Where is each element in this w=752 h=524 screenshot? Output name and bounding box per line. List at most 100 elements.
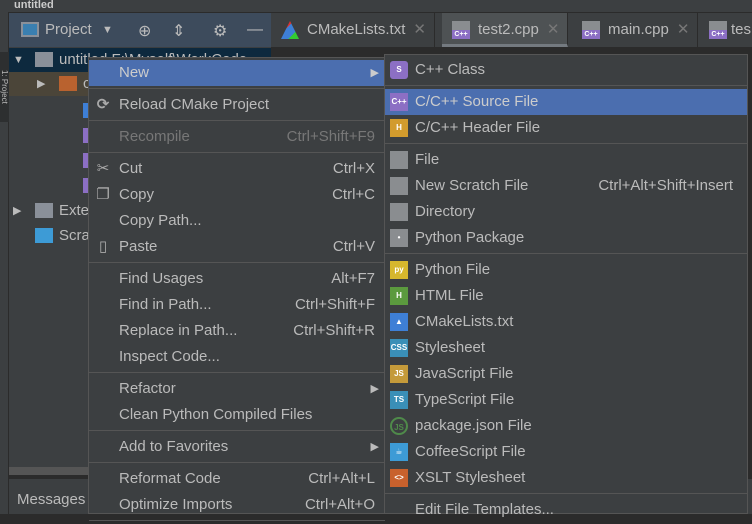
collapse-icon[interactable]: ⇕ <box>172 21 185 41</box>
close-icon[interactable]: ✕ <box>677 21 690 38</box>
menu-item-label: Recompile <box>119 128 190 145</box>
project-stripe-tab[interactable]: 1: Project <box>0 52 9 122</box>
cpp-class-icon: S <box>390 61 408 79</box>
menu-item-label: CMakeLists.txt <box>415 313 514 330</box>
libraries-icon <box>35 203 53 218</box>
project-view-selector[interactable]: Project <box>45 21 92 38</box>
file-icon <box>390 151 408 169</box>
expand-arrow-icon[interactable]: ▶ <box>37 72 45 96</box>
menu-item-label: Directory <box>415 203 476 220</box>
menu-item-label: JavaScript File <box>415 365 514 382</box>
menu-item-c-class[interactable]: S C++ Class <box>385 57 747 83</box>
menu-item-label: Refactor <box>119 380 176 397</box>
menu-item-directory[interactable]: Directory <box>385 199 747 225</box>
menu-item-edit-file-templates[interactable]: Edit File Templates... <box>385 497 747 523</box>
menu-item-find-usages[interactable]: Find Usages Alt+F7 <box>89 266 385 292</box>
menu-item-refactor[interactable]: Refactor ▶ <box>89 376 385 402</box>
chevron-down-icon[interactable]: ▼ <box>102 24 113 36</box>
project-view-icon <box>21 22 39 37</box>
expand-arrow-icon[interactable]: ▼ <box>13 48 24 72</box>
menu-item-label: Replace in Path... <box>119 322 238 339</box>
menu-item-label: package.json File <box>415 417 532 434</box>
scratch-file-icon <box>390 177 408 195</box>
menu-item-label: CoffeeScript File <box>415 443 526 460</box>
menu-item-label: TypeScript File <box>415 391 515 408</box>
gear-icon[interactable]: ⚙ <box>213 21 227 41</box>
cpp-file-icon: C++ <box>582 21 600 39</box>
folder-icon <box>390 203 408 221</box>
package-icon: • <box>390 229 408 247</box>
menu-item-reload-cmake-project[interactable]: ⟳ Reload CMake Project <box>89 92 385 118</box>
menu-item-python-file[interactable]: py Python File <box>385 257 747 283</box>
shortcut: Ctrl+Shift+R <box>293 322 375 339</box>
coffee-icon: ☕ <box>390 443 408 461</box>
folder-icon <box>35 52 53 67</box>
menu-item-paste[interactable]: ▯ Paste Ctrl+V <box>89 234 385 260</box>
clipboard-icon: ▯ <box>98 238 108 255</box>
menu-item-cut[interactable]: ✂ Cut Ctrl+X <box>89 156 385 182</box>
menu-item-label: Clean Python Compiled Files <box>119 406 313 423</box>
submenu-arrow-icon: ▶ <box>370 67 379 79</box>
tab-test-cpp[interactable]: C++test.cpp <box>701 13 752 106</box>
tab-cmakelists-txt[interactable]: CMakeLists.txt ✕ <box>271 13 435 47</box>
menu-item-python-package[interactable]: • Python Package <box>385 225 747 251</box>
menu-item-typescript-file[interactable]: TS TypeScript File <box>385 387 747 413</box>
tab-test2-cpp[interactable]: C++ test2.cpp ✕ <box>442 13 569 47</box>
xslt-file-icon: <> <box>390 469 408 487</box>
menu-item-coffeescript-file[interactable]: ☕ CoffeeScript File <box>385 439 747 465</box>
editor-tabs: CMakeLists.txt ✕ C++ test2.cpp ✕ C++ main.cpp ✕… <box>271 13 752 106</box>
close-icon[interactable]: ✕ <box>547 21 560 38</box>
menu-item-label: Optimize Imports <box>119 496 233 513</box>
messages-tab[interactable]: Messages <box>17 491 85 508</box>
menu-item-add-to-favorites[interactable]: Add to Favorites ▶ <box>89 434 385 460</box>
minimize-icon[interactable]: — <box>247 21 263 39</box>
menu-item-label: Copy <box>119 186 155 203</box>
close-icon[interactable]: ✕ <box>413 21 426 38</box>
menu-item-find-in-path[interactable]: Find in Path... Ctrl+Shift+F <box>89 292 385 318</box>
menu-item-xslt-stylesheet[interactable]: <> XSLT Stylesheet <box>385 465 747 491</box>
reload-icon: ⟳ <box>96 96 110 113</box>
menu-item-stylesheet[interactable]: CSS Stylesheet <box>385 335 747 361</box>
menu-item-label: New <box>119 64 150 81</box>
menu-item-cmakelists-txt[interactable]: ▲ CMakeLists.txt <box>385 309 747 335</box>
menu-item-new[interactable]: New ▶ <box>89 60 385 86</box>
menu-item-reformat-code[interactable]: Reformat Code Ctrl+Alt+L <box>89 466 385 492</box>
window-title: untitled <box>14 0 54 11</box>
shortcut: Ctrl+Alt+L <box>308 470 375 487</box>
scratches-icon <box>35 228 53 243</box>
menu-item-inspect-code[interactable]: Inspect Code... <box>89 344 385 370</box>
menu-item-file[interactable]: File <box>385 147 747 173</box>
cpp-file-icon: C++ <box>390 93 408 111</box>
menu-item-new-scratch-file[interactable]: New Scratch File Ctrl+Alt+Shift+Insert <box>385 173 747 199</box>
menu-item-copy[interactable]: ❐ Copy Ctrl+C <box>89 182 385 208</box>
menu-item-html-file[interactable]: H HTML File <box>385 283 747 309</box>
menu-item-label: Python File <box>415 261 491 278</box>
menu-item-label: Find in Path... <box>119 296 212 313</box>
menu-item-copy-path[interactable]: Copy Path... <box>89 208 385 234</box>
tab-label: CMakeLists.txt <box>307 21 406 38</box>
shortcut: Ctrl+Alt+Shift+Insert <box>598 177 733 194</box>
left-tool-stripe: 1: Project <box>0 12 9 514</box>
menu-item-label: Inspect Code... <box>119 348 220 365</box>
expand-arrow-icon[interactable]: ▶ <box>13 199 21 223</box>
menu-item-label: HTML File <box>415 287 484 304</box>
menu-item-package-json-file[interactable]: JS package.json File <box>385 413 747 439</box>
copy-icon: ❐ <box>96 186 110 203</box>
menu-item-clean-python-compiled-files[interactable]: Clean Python Compiled Files <box>89 402 385 428</box>
menu-item-replace-in-path[interactable]: Replace in Path... Ctrl+Shift+R <box>89 318 385 344</box>
menu-item-label: Find Usages <box>119 270 204 287</box>
tab-main-cpp[interactable]: C++ main.cpp ✕ <box>572 13 699 47</box>
shortcut: Ctrl+Shift+F9 <box>286 128 375 145</box>
menu-item-label: C/C++ Source File <box>415 93 539 110</box>
menu-item-optimize-imports[interactable]: Optimize Imports Ctrl+Alt+O <box>89 492 385 518</box>
menu-item-label: C/C++ Header File <box>415 119 541 136</box>
cpp-file-icon: C++ <box>452 21 470 39</box>
menu-item-javascript-file[interactable]: JS JavaScript File <box>385 361 747 387</box>
locate-icon[interactable]: ⊕ <box>138 21 151 41</box>
js-file-icon: JS <box>390 365 408 383</box>
python-icon: py <box>390 261 408 279</box>
menu-item-c-c-source-file[interactable]: C++ C/C++ Source File <box>385 89 747 115</box>
project-toolwindow-header: Project ▼ ⊕ ⇕ ⚙ — <box>9 13 271 47</box>
menu-item-c-c-header-file[interactable]: H C/C++ Header File <box>385 115 747 141</box>
cmake-icon <box>281 21 299 39</box>
